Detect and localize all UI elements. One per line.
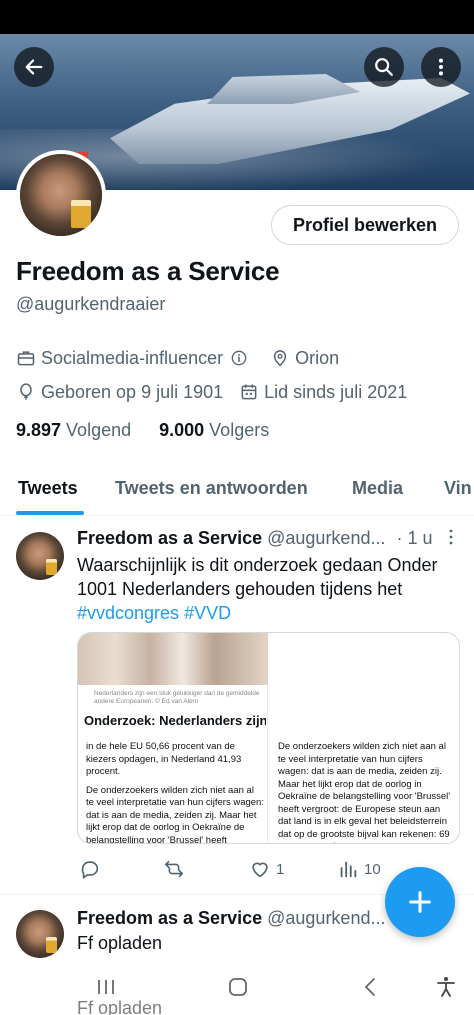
views-button[interactable]: 10 [337, 858, 381, 880]
recent-apps-button[interactable] [93, 974, 119, 1000]
profile-handle: @augurkendraaier [16, 294, 166, 314]
hashtag-link[interactable]: #VVD [184, 603, 231, 623]
edit-profile-button[interactable]: Profiel bewerken [271, 205, 459, 245]
retweet-button[interactable] [163, 858, 190, 880]
reply-button[interactable] [79, 858, 106, 880]
profile-tabs: Tweets Tweets en antwoorden Media Vin [0, 470, 474, 516]
retweet-icon [164, 860, 184, 878]
following-label: Volgend [66, 420, 132, 440]
profile-category: Socialmedia-influencer [41, 347, 224, 368]
media-paragraph: De onderzoekers wilden zich niet aan al … [86, 784, 264, 844]
tweet-header: Freedom as a Service @augurkend... [77, 908, 385, 929]
profile-avatar[interactable] [16, 150, 106, 240]
home-button[interactable] [225, 974, 251, 1000]
heart-icon [252, 862, 268, 878]
media-image-right[interactable]: De onderzoekers wilden zich niet aan al … [278, 741, 454, 843]
followers-label: Volgers [209, 420, 270, 440]
profile-meta-row-2: Geboren op 9 juli 1901 Lid sinds juli 20… [16, 380, 407, 404]
tab-media[interactable]: Media [352, 478, 403, 499]
profile-stats: 9.897 Volgend 9.000 Volgers [16, 420, 297, 441]
next-tweet-text-partial: Ff opladen [77, 998, 163, 1015]
plus-icon [409, 891, 431, 913]
system-navigation-bar [0, 960, 474, 1015]
accessibility-icon [437, 977, 455, 997]
views-count: 10 [364, 860, 381, 878]
status-bar [0, 0, 474, 34]
calendar-icon [239, 382, 259, 402]
tweet-avatar[interactable] [16, 910, 64, 958]
tab-tweets[interactable]: Tweets [18, 478, 78, 499]
media-paragraph: in de hele EU 50,66 procent van de kieze… [86, 741, 242, 777]
media-caption: Nederlanders zijn een stuk gelukkiger da… [94, 690, 260, 705]
like-count: 1 [276, 860, 285, 878]
search-button[interactable] [364, 47, 404, 87]
media-article-text: in de hele EU 50,66 procent van de kieze… [86, 741, 264, 844]
tweet-text: Ff opladen [77, 933, 163, 953]
arrow-left-icon [25, 59, 43, 75]
tweet-author-handle: @augurkend... [267, 908, 386, 928]
followers-count: 9.000 [159, 420, 205, 440]
media-image-left[interactable]: Nederlanders zijn een stuk gelukkiger da… [78, 633, 268, 844]
info-icon[interactable] [229, 348, 249, 368]
more-vertical-icon [449, 529, 453, 545]
profile-meta-row-1: Socialmedia-influencer Orion [16, 346, 339, 370]
chevron-left-icon [364, 978, 375, 996]
profile-joined: Lid sinds juli 2021 [264, 381, 408, 402]
tweet-author-name[interactable]: Freedom as a Service [77, 528, 262, 548]
tweet-text: Waarschijnlijk is dit onderzoek gedaan O… [77, 553, 462, 625]
tweet-text-body: Waarschijnlijk is dit onderzoek gedaan O… [77, 555, 438, 599]
search-icon [375, 58, 393, 76]
tweet-time: · 1 u [396, 528, 433, 548]
tweet-more-button[interactable] [446, 528, 456, 549]
active-tab-indicator [16, 511, 84, 515]
location-pin-icon [270, 348, 290, 368]
followers-link[interactable]: 9.000 Volgers [159, 420, 269, 441]
tab-tweets-and-replies[interactable]: Tweets en antwoorden [115, 478, 308, 499]
more-button[interactable] [421, 47, 461, 87]
media-paragraph: De onderzoekers wilden zich niet aan al … [278, 741, 451, 843]
like-button[interactable]: 1 [249, 858, 284, 880]
media-headline: Onderzoek: Nederlanders zijn [84, 713, 266, 728]
recent-apps-icon [98, 980, 114, 994]
profile-birthdate: Geboren op 9 juli 1901 [41, 381, 224, 402]
accessibility-button[interactable] [433, 974, 459, 1000]
more-vertical-icon [438, 58, 444, 76]
back-button[interactable] [14, 47, 54, 87]
following-count: 9.897 [16, 420, 62, 440]
tweet-author-name[interactable]: Freedom as a Service [77, 908, 262, 928]
balloon-icon [16, 382, 36, 402]
hashtag-link[interactable]: #vvdcongres [77, 603, 179, 623]
following-link[interactable]: 9.897 Volgend [16, 420, 131, 441]
tweet-author-handle: @augurkend... [267, 528, 386, 548]
tweet-header: Freedom as a Service @augurkend... · 1 u [77, 528, 433, 549]
profile-name: Freedom as a Service [16, 256, 280, 286]
compose-tweet-button[interactable] [385, 867, 455, 937]
views-icon [340, 861, 357, 878]
briefcase-icon [16, 348, 36, 368]
reply-icon [81, 861, 99, 879]
tweet-media[interactable]: Nederlanders zijn een stuk gelukkiger da… [77, 632, 460, 844]
media-photo [78, 633, 268, 685]
profile-location: Orion [295, 347, 340, 368]
tweet-avatar[interactable] [16, 532, 64, 580]
tab-likes[interactable]: Vin [444, 478, 472, 499]
home-icon [229, 978, 247, 996]
system-back-button[interactable] [358, 974, 384, 1000]
